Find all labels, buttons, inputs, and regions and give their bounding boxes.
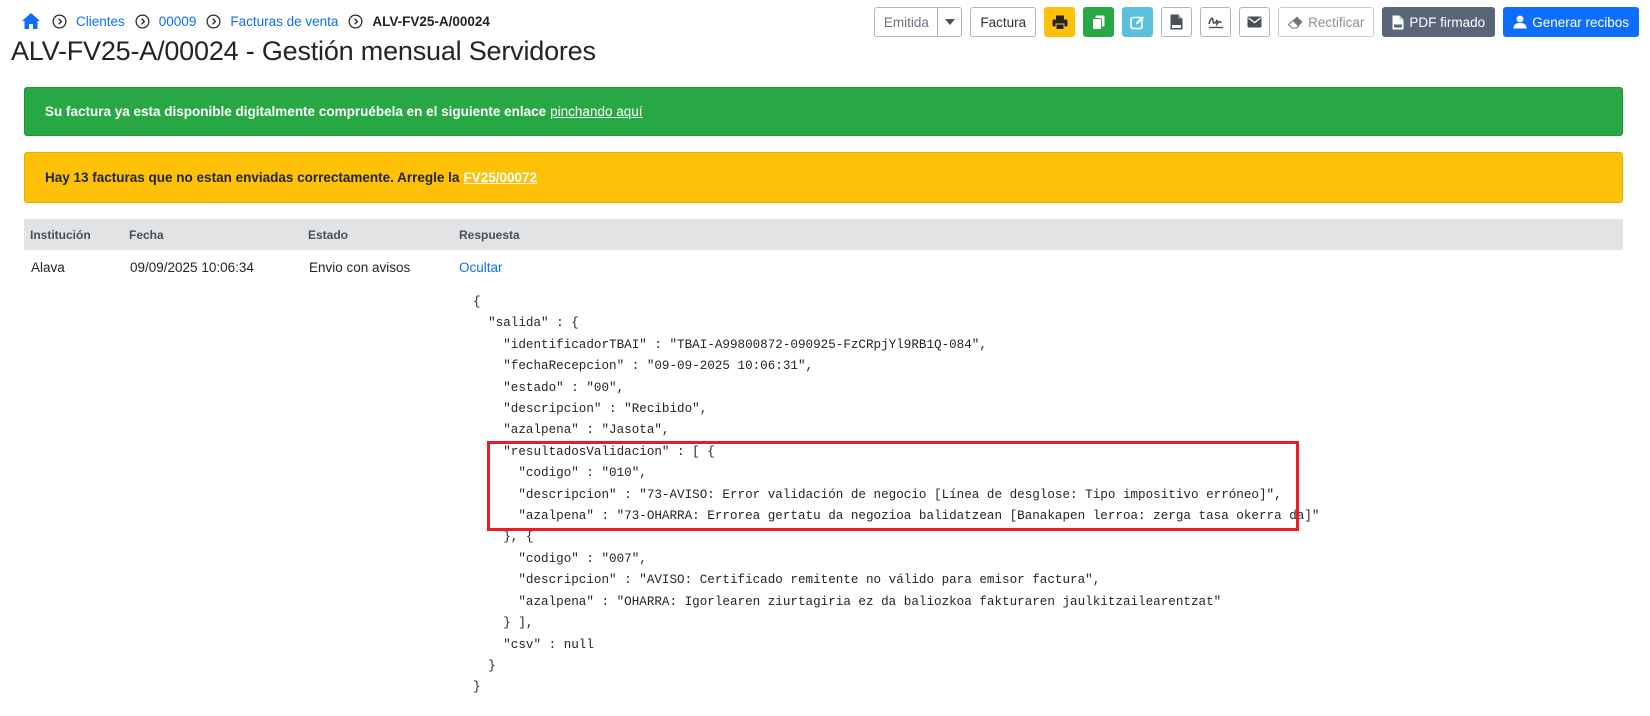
pending-invoice-link[interactable]: FV25/00072 <box>463 170 537 185</box>
chevron-right-icon <box>52 14 67 29</box>
cell-institucion: Alava <box>31 260 65 275</box>
envelope-icon <box>1247 16 1262 28</box>
warning-alert-text: Hay 13 facturas que no estan enviadas co… <box>45 170 460 185</box>
rectificar-label: Rectificar <box>1308 14 1365 30</box>
email-button[interactable] <box>1239 7 1271 37</box>
eraser-icon <box>1288 16 1303 28</box>
breadcrumb-current: ALV-FV25-A/00024 <box>372 13 490 29</box>
print-button[interactable] <box>1044 7 1076 37</box>
rectificar-button[interactable]: Rectificar <box>1278 7 1375 37</box>
page-title: ALV-FV25-A/00024 - Gestión mensual Servi… <box>11 36 596 66</box>
cell-estado: Envio con avisos <box>309 260 411 275</box>
home-icon[interactable] <box>20 10 42 32</box>
ocultar-link[interactable]: Ocultar <box>459 260 503 275</box>
caret-down-icon <box>944 19 955 25</box>
xml-download-button[interactable] <box>1161 7 1193 37</box>
duplicate-button[interactable] <box>1083 7 1115 37</box>
pdf-firmado-label: PDF firmado <box>1409 14 1486 30</box>
status-dropdown-toggle[interactable] <box>937 7 963 37</box>
xml-file-icon <box>1170 14 1183 30</box>
response-json: { "salida" : { "identificadorTBAI" : "TB… <box>473 295 1320 695</box>
header-respuesta: Respuesta <box>459 228 520 242</box>
copy-icon <box>1092 15 1105 30</box>
breadcrumb: Clientes 00009 Facturas de venta ALV-FV2… <box>20 10 490 32</box>
table-header: Institución Fecha Estado Respuesta <box>24 219 1623 250</box>
edit-button[interactable] <box>1122 7 1154 37</box>
digital-invoice-link[interactable]: pinchando aquí <box>550 104 642 119</box>
breadcrumb-client-code[interactable]: 00009 <box>159 14 197 29</box>
success-alert-text: Su factura ya esta disponible digitalmen… <box>45 104 547 119</box>
header-estado: Estado <box>308 228 349 242</box>
signature-icon <box>1207 17 1223 29</box>
factura-button[interactable]: Factura <box>970 7 1037 37</box>
pdf-file-icon <box>1392 15 1404 29</box>
submissions-table: Institución Fecha Estado Respuesta Alava… <box>24 219 1623 275</box>
breadcrumb-clientes[interactable]: Clientes <box>76 14 125 29</box>
cell-fecha: 09/09/2025 10:06:34 <box>130 260 254 275</box>
success-alert: Su factura ya esta disponible digitalmen… <box>24 87 1623 136</box>
pdf-firmado-button[interactable]: PDF firmado <box>1382 7 1496 37</box>
sign-button[interactable] <box>1200 7 1232 37</box>
breadcrumb-facturas-venta[interactable]: Facturas de venta <box>230 14 338 29</box>
chevron-right-icon <box>135 14 150 29</box>
header-fecha: Fecha <box>129 228 164 242</box>
chevron-right-icon <box>348 14 363 29</box>
print-icon <box>1052 15 1068 30</box>
status-select[interactable]: Emitida <box>874 7 939 37</box>
generar-recibos-button[interactable]: Generar recibos <box>1503 7 1639 37</box>
edit-icon <box>1130 15 1145 29</box>
generar-recibos-label: Generar recibos <box>1532 14 1629 30</box>
warning-alert: Hay 13 facturas que no estan enviadas co… <box>24 152 1623 203</box>
toolbar: Emitida Factura Rectificar PDF firmado G… <box>874 7 1639 37</box>
chevron-right-icon <box>206 14 221 29</box>
status-dropdown[interactable]: Emitida <box>874 7 963 37</box>
header-institucion: Institución <box>30 228 91 242</box>
user-icon <box>1513 15 1527 29</box>
